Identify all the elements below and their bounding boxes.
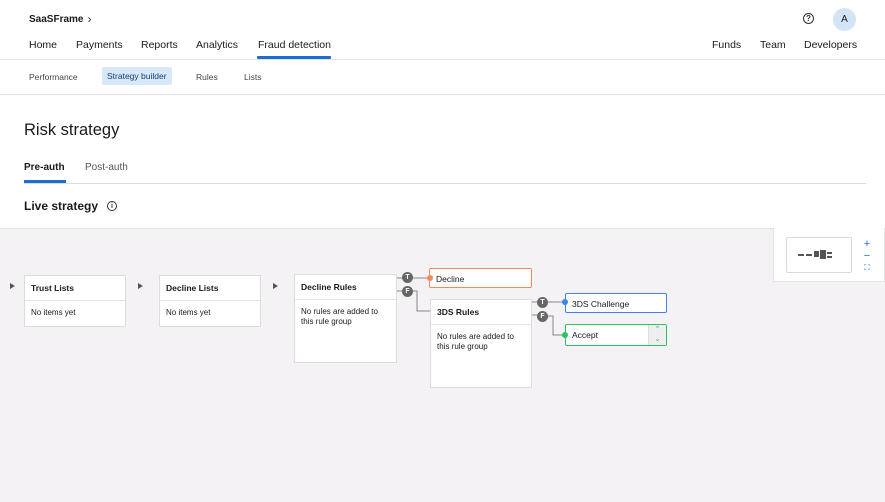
card-body: No items yet [166, 308, 211, 317]
card-title: Trust Lists [25, 276, 125, 301]
fit-screen-icon[interactable]: ⛶ [861, 263, 873, 273]
tab-pre-auth[interactable]: Pre-auth [24, 162, 65, 173]
tab-post-auth[interactable]: Post-auth [85, 162, 128, 173]
subnav-lists[interactable]: Lists [244, 72, 261, 82]
outcome-label: Accept [572, 330, 598, 340]
brand-name: SaaSFrame [29, 13, 84, 25]
card-body: No rules are added to this rule group [301, 307, 378, 326]
tab-divider [24, 183, 866, 184]
subnav-strategy-builder[interactable]: Strategy builder [102, 67, 172, 85]
card-body: No items yet [31, 308, 76, 317]
caret-right-icon[interactable] [10, 283, 15, 289]
card-title: Decline Lists [160, 276, 260, 301]
chevron-right-icon: › [87, 12, 92, 26]
accept-connector-dot [562, 332, 568, 338]
accept-outcome-select[interactable]: Accept ⌃ ⌄ [565, 324, 667, 346]
minimap-viewport [786, 237, 852, 273]
minimap-node [827, 252, 832, 254]
chevron-up-down-icon[interactable]: ⌃ ⌄ [648, 325, 666, 345]
caret-right-icon[interactable] [138, 283, 143, 289]
nav-payments[interactable]: Payments [76, 39, 123, 51]
challenge-connector-dot [562, 299, 568, 305]
decline-rules-card[interactable]: Decline Rules No rules are added to this… [294, 274, 397, 363]
three-ds-challenge-outcome[interactable]: 3DS Challenge [565, 293, 667, 313]
info-circle-icon[interactable]: i [107, 201, 117, 211]
true-branch-badge: T [402, 272, 413, 283]
card-title: Decline Rules [295, 275, 396, 300]
nav-home[interactable]: Home [29, 39, 57, 51]
card-body: No rules are added to this rule group [437, 332, 514, 351]
sub-navigation: Performance Strategy builder Rules Lists [0, 60, 885, 95]
nav-funds[interactable]: Funds [712, 39, 741, 51]
avatar[interactable]: A [833, 8, 856, 31]
caret-right-icon[interactable] [273, 283, 278, 289]
top-bar: SaaSFrame › Home Payments Reports Analyt… [0, 0, 885, 60]
subnav-rules[interactable]: Rules [196, 72, 218, 82]
minimap-node [798, 254, 804, 256]
nav-analytics[interactable]: Analytics [196, 39, 238, 51]
outcome-label: Decline [436, 274, 465, 284]
false-branch-badge: F [537, 311, 548, 322]
false-branch-badge: F [402, 286, 413, 297]
active-nav-indicator [257, 56, 331, 59]
three-ds-rules-card[interactable]: 3DS Rules No rules are added to this rul… [430, 299, 532, 388]
outcome-label: 3DS Challenge [572, 299, 630, 309]
help-circle-icon[interactable]: ? [803, 13, 814, 24]
nav-fraud-detection[interactable]: Fraud detection [258, 39, 331, 51]
minimap-node [820, 250, 826, 259]
section-title: Live strategy [24, 199, 99, 213]
nav-developers[interactable]: Developers [804, 39, 857, 51]
subnav-performance[interactable]: Performance [29, 72, 78, 82]
true-branch-badge: T [537, 297, 548, 308]
brand-switcher[interactable]: SaaSFrame › [29, 12, 91, 26]
minimap-node [806, 254, 812, 256]
minimap-node [814, 251, 819, 257]
minus-icon[interactable]: − [861, 251, 873, 262]
decline-outcome[interactable]: Decline [429, 268, 532, 288]
plus-icon[interactable]: + [861, 239, 873, 250]
nav-team[interactable]: Team [760, 39, 786, 51]
decline-connector-dot [427, 275, 433, 281]
decline-lists-card[interactable]: Decline Lists No items yet [159, 275, 261, 327]
page-title: Risk strategy [24, 121, 120, 139]
card-title: 3DS Rules [431, 300, 531, 325]
minimap-node [827, 256, 832, 258]
nav-reports[interactable]: Reports [141, 39, 178, 51]
trust-lists-card[interactable]: Trust Lists No items yet [24, 275, 126, 327]
